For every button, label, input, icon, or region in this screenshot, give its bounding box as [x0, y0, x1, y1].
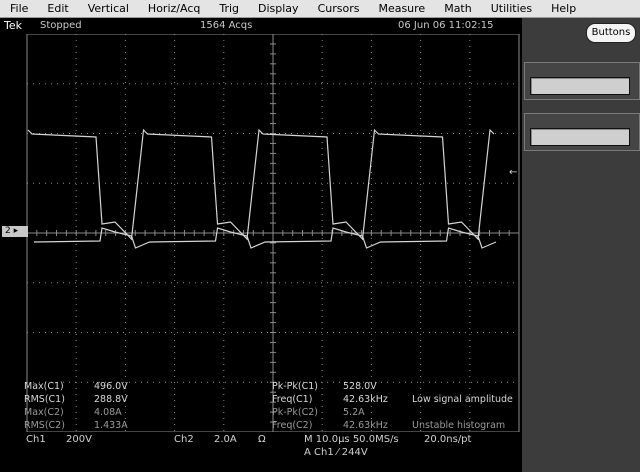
- trigger-level-icon[interactable]: ←: [509, 167, 517, 178]
- meas-rms-c1-value: 288.8V: [94, 394, 128, 405]
- menu-vertical[interactable]: Vertical: [88, 2, 129, 15]
- meas-rms-c2-value: 1.433A: [94, 420, 128, 431]
- acquisition-count: 1564 Acqs: [200, 20, 253, 31]
- acquisition-state: Stopped: [40, 20, 82, 31]
- ch1-waveform: [27, 128, 495, 241]
- menu-file[interactable]: File: [10, 2, 28, 15]
- meas-max-c1-label: Max(C1): [24, 381, 64, 392]
- status-bar: Tek Stopped 1564 Acqs 06 Jun 06 11:02:15: [0, 18, 522, 34]
- menu-edit[interactable]: Edit: [47, 2, 68, 15]
- ch2-label[interactable]: Ch2: [174, 434, 194, 445]
- ch1-label[interactable]: Ch1: [26, 434, 46, 445]
- meas-max-c2-label: Max(C2): [24, 407, 64, 418]
- meas-pkpk-c2-label: Pk-Pk(C2): [272, 407, 318, 418]
- meas-rms-c2-label: RMS(C2): [24, 420, 65, 431]
- menu-trig[interactable]: Trig: [219, 2, 239, 15]
- channel-settings-bar: Ch1 200V Ch2 2.0A Ω M 10.0µs 50.0MS/s 20…: [0, 432, 522, 472]
- menu-math[interactable]: Math: [444, 2, 472, 15]
- meas-freq-c1-value: 42.63kHz: [343, 394, 388, 405]
- menu-display[interactable]: Display: [258, 2, 299, 15]
- meas-max-c2-value: 4.08A: [94, 407, 122, 418]
- menu-measure[interactable]: Measure: [378, 2, 425, 15]
- ch1-scale[interactable]: 200V: [66, 434, 92, 445]
- brand-logo: Tek: [4, 19, 22, 32]
- meas-freq-c2-label: Freq(C2): [272, 420, 313, 431]
- meas-pkpk-c1-label: Pk-Pk(C1): [272, 381, 318, 392]
- menu-bar: File Edit Vertical Horiz/Acq Trig Displa…: [0, 0, 640, 18]
- menu-horiz-acq[interactable]: Horiz/Acq: [148, 2, 200, 15]
- resolution-readout: 20.0ns/pt: [424, 434, 472, 445]
- ch2-unit-icon: Ω: [258, 434, 266, 445]
- menu-utilities[interactable]: Utilities: [491, 2, 532, 15]
- trigger-readout[interactable]: A Ch1 ⁄ 244V: [304, 447, 368, 458]
- panel-readout-2[interactable]: [530, 128, 630, 146]
- date-time: 06 Jun 06 11:02:15: [398, 20, 494, 31]
- ch2-scale[interactable]: 2.0A: [214, 434, 237, 445]
- meas-pkpk-c1-value: 528.0V: [343, 381, 377, 392]
- waveform-display: [26, 34, 520, 432]
- menu-help[interactable]: Help: [551, 2, 576, 15]
- meas-pkpk-c2-value: 5.2A: [343, 407, 365, 418]
- ch2-waveform: [33, 227, 497, 249]
- buttons-toggle-button[interactable]: Buttons: [586, 23, 636, 43]
- menu-cursors[interactable]: Cursors: [318, 2, 360, 15]
- meas-rms-c1-label: RMS(C1): [24, 394, 65, 405]
- ch2-ground-marker[interactable]: 2 ▸: [2, 226, 28, 237]
- timebase-readout[interactable]: M 10.0µs 50.0MS/s: [304, 434, 399, 445]
- meas-freq-c1-label: Freq(C1): [272, 394, 313, 405]
- panel-readout-1[interactable]: [530, 77, 630, 95]
- meas-freq-c2-value: 42.63kHz: [343, 420, 388, 431]
- meas-freq-c2-note: Unstable histogram: [412, 420, 506, 431]
- meas-freq-c1-note: Low signal amplitude: [412, 394, 513, 405]
- meas-max-c1-value: 496.0V: [94, 381, 128, 392]
